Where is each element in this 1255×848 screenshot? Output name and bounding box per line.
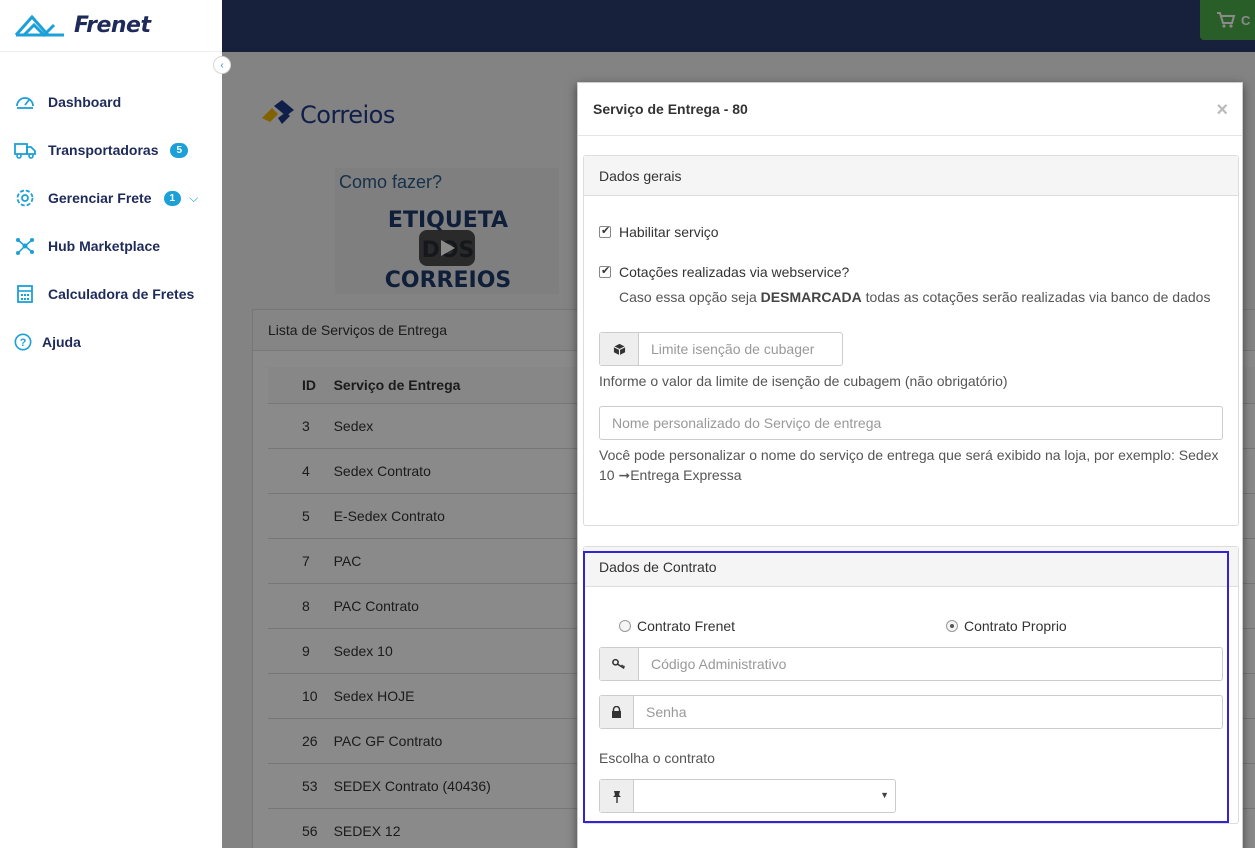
radio-contrato-proprio[interactable]: Contrato Proprio: [946, 618, 1067, 634]
custom-name-input[interactable]: Nome personalizado do Serviço de entrega: [599, 406, 1223, 440]
webservice-help: Caso essa opção seja DESMARCADA todas as…: [619, 287, 1210, 307]
svg-text:?: ?: [20, 337, 27, 349]
radio-unchecked[interactable]: [619, 620, 631, 632]
brand-name: Frenet: [74, 13, 151, 38]
sidebar-item-label: Transportadoras: [48, 142, 159, 158]
sidebar-nav: Dashboard Transportadoras 5 Gerenciar Fr…: [0, 78, 222, 366]
choose-contract-label: Escolha o contrato: [599, 750, 715, 766]
truck-icon: [14, 139, 36, 161]
contract-select-field[interactable]: ▼: [599, 779, 896, 813]
modal-title: Serviço de Entrega - 80: [593, 101, 748, 117]
modal-header: Serviço de Entrega - 80 ×: [578, 83, 1242, 136]
frenet-logo-icon: [14, 14, 64, 37]
checkbox-checked[interactable]: [599, 264, 611, 278]
enable-service-label: Habilitar serviço: [619, 224, 719, 240]
pin-icon: [600, 780, 634, 812]
calculator-icon: [14, 283, 36, 305]
sidebar-item-ajuda[interactable]: ? Ajuda: [0, 318, 222, 366]
sidebar-item-label: Hub Marketplace: [48, 238, 161, 254]
radio-contrato-frenet[interactable]: Contrato Frenet: [619, 618, 735, 634]
cubage-limit-input[interactable]: Limite isenção de cubager: [639, 333, 842, 365]
admin-code-input[interactable]: Código Administrativo: [639, 648, 1222, 680]
close-icon[interactable]: ×: [1216, 99, 1228, 122]
count-badge: 5: [170, 142, 189, 158]
admin-code-field[interactable]: Código Administrativo: [599, 647, 1223, 681]
key-icon: [600, 648, 639, 680]
help-text-bold: DESMARCADA: [760, 289, 862, 305]
radio-label: Contrato Frenet: [637, 618, 736, 634]
help-icon: ?: [14, 331, 32, 353]
contract-data-heading: Dados de Contrato: [584, 547, 1238, 587]
webservice-checkbox[interactable]: Cotações realizadas via webservice?: [599, 264, 849, 280]
custom-name-help: Você pode personalizar o nome do serviço…: [599, 447, 1219, 483]
radio-checked[interactable]: [946, 620, 958, 632]
help-text: Caso essa opção seja: [619, 289, 757, 305]
chevron-down-icon[interactable]: ⌵: [189, 191, 198, 206]
sidebar: Frenet Dashboard Transportadoras 5 Geren…: [0, 0, 222, 848]
lock-icon: [600, 696, 634, 728]
speedometer-icon: [14, 91, 36, 113]
count-badge: 1: [163, 190, 182, 206]
help-text: todas as cotações serão realizadas via b…: [865, 289, 1211, 305]
sidebar-item-dashboard[interactable]: Dashboard: [0, 78, 222, 126]
password-field[interactable]: Senha: [599, 695, 1223, 729]
enable-service-checkbox[interactable]: Habilitar serviço: [599, 224, 719, 240]
sidebar-item-transportadoras[interactable]: Transportadoras 5: [0, 126, 222, 174]
sidebar-item-hub-marketplace[interactable]: Hub Marketplace: [0, 222, 222, 270]
cubage-limit-field[interactable]: Limite isenção de cubager: [599, 332, 843, 366]
sidebar-item-gerenciar-frete[interactable]: Gerenciar Frete 1 ⌵: [0, 174, 222, 222]
password-input[interactable]: Senha: [634, 696, 1222, 728]
webservice-label: Cotações realizadas via webservice?: [619, 264, 850, 280]
radio-label: Contrato Proprio: [964, 618, 1067, 634]
sidebar-collapse-button[interactable]: ‹: [213, 56, 231, 74]
service-modal: Serviço de Entrega - 80 × Dados gerais H…: [577, 82, 1243, 848]
contract-select[interactable]: [634, 780, 895, 812]
box-icon: [600, 333, 639, 365]
sidebar-item-label: Calculadora de Fretes: [48, 286, 195, 302]
hub-icon: [14, 235, 36, 257]
caret-down-icon[interactable]: ▼: [880, 790, 889, 800]
sidebar-item-calculadora-de-fretes[interactable]: Calculadora de Fretes: [0, 270, 222, 318]
sidebar-item-label: Dashboard: [48, 94, 122, 110]
general-data-panel: Dados gerais Habilitar serviço Cotações …: [583, 155, 1239, 526]
sidebar-item-label: Gerenciar Frete: [48, 190, 152, 206]
contract-data-panel: Dados de Contrato Contrato Frenet Contra…: [583, 546, 1239, 824]
cubage-help: Informe o valor da limite de isenção de …: [599, 373, 1008, 389]
checkbox-checked[interactable]: [599, 224, 611, 238]
sidebar-item-label: Ajuda: [42, 334, 81, 350]
frenet-logo[interactable]: Frenet: [0, 0, 222, 52]
general-data-heading: Dados gerais: [584, 156, 1238, 196]
gear-icon: [14, 187, 36, 209]
